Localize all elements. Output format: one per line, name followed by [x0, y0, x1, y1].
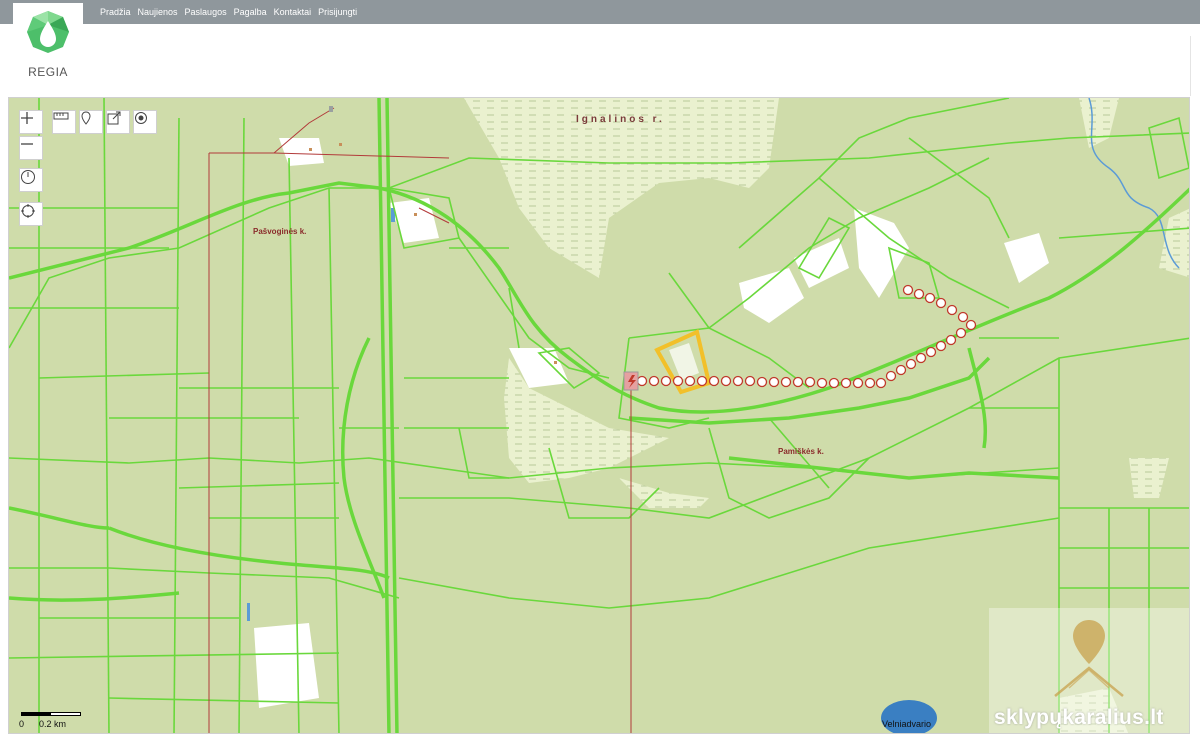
nav-help[interactable]: Pagalba	[234, 7, 267, 17]
clearings	[254, 138, 1049, 708]
nav-services[interactable]: Paslaugos	[185, 7, 227, 17]
record-icon	[135, 112, 147, 124]
map-pin-icon	[81, 111, 91, 125]
scale-label: 0 0.2 km	[19, 719, 67, 729]
region-label: Ignalinos r.	[576, 114, 665, 125]
logo-text: REGIA	[28, 65, 68, 79]
nav-news[interactable]: Naujienos	[138, 7, 178, 17]
measure-button[interactable]	[52, 110, 76, 134]
plus-icon	[21, 112, 33, 124]
ruler-icon	[53, 112, 69, 120]
export-icon	[107, 111, 121, 125]
watermark-text: sklypųkaralius.lt	[994, 706, 1164, 729]
village-label-west: Pašvoginės k.	[253, 227, 307, 236]
zoom-in-button[interactable]	[19, 110, 43, 134]
power-pole-icon[interactable]	[623, 371, 639, 391]
nav-home[interactable]: Pradžia	[100, 7, 131, 17]
main-nav: Pradžia Naujienos Paslaugos Pagalba Kont…	[100, 0, 364, 24]
history-button[interactable]	[19, 168, 43, 192]
village-label-east: Pamiškės k.	[778, 447, 824, 456]
target-button[interactable]	[19, 202, 43, 226]
clock-icon	[21, 170, 35, 184]
nav-login[interactable]: Prisijungti	[318, 7, 357, 17]
minus-icon	[21, 143, 33, 145]
divider	[1190, 36, 1191, 96]
export-button[interactable]	[106, 110, 130, 134]
locate-button[interactable]	[133, 110, 157, 134]
map-viewport[interactable]: Ignalinos r. Pašvoginės k. Pamiškės k. V…	[8, 97, 1190, 734]
scale-bar	[21, 712, 81, 716]
top-navigation-bar: Pradžia Naujienos Paslaugos Pagalba Kont…	[0, 0, 1200, 24]
regia-logo-icon	[27, 11, 69, 53]
marker-button[interactable]	[79, 110, 103, 134]
crosshair-icon	[21, 204, 35, 218]
lake-label: Velniadvario	[882, 719, 932, 729]
nav-contacts[interactable]: Kontaktai	[274, 7, 312, 17]
watermark-logo-icon	[1054, 620, 1124, 697]
logo[interactable]: REGIA	[13, 3, 83, 83]
zoom-out-button[interactable]	[19, 136, 43, 160]
